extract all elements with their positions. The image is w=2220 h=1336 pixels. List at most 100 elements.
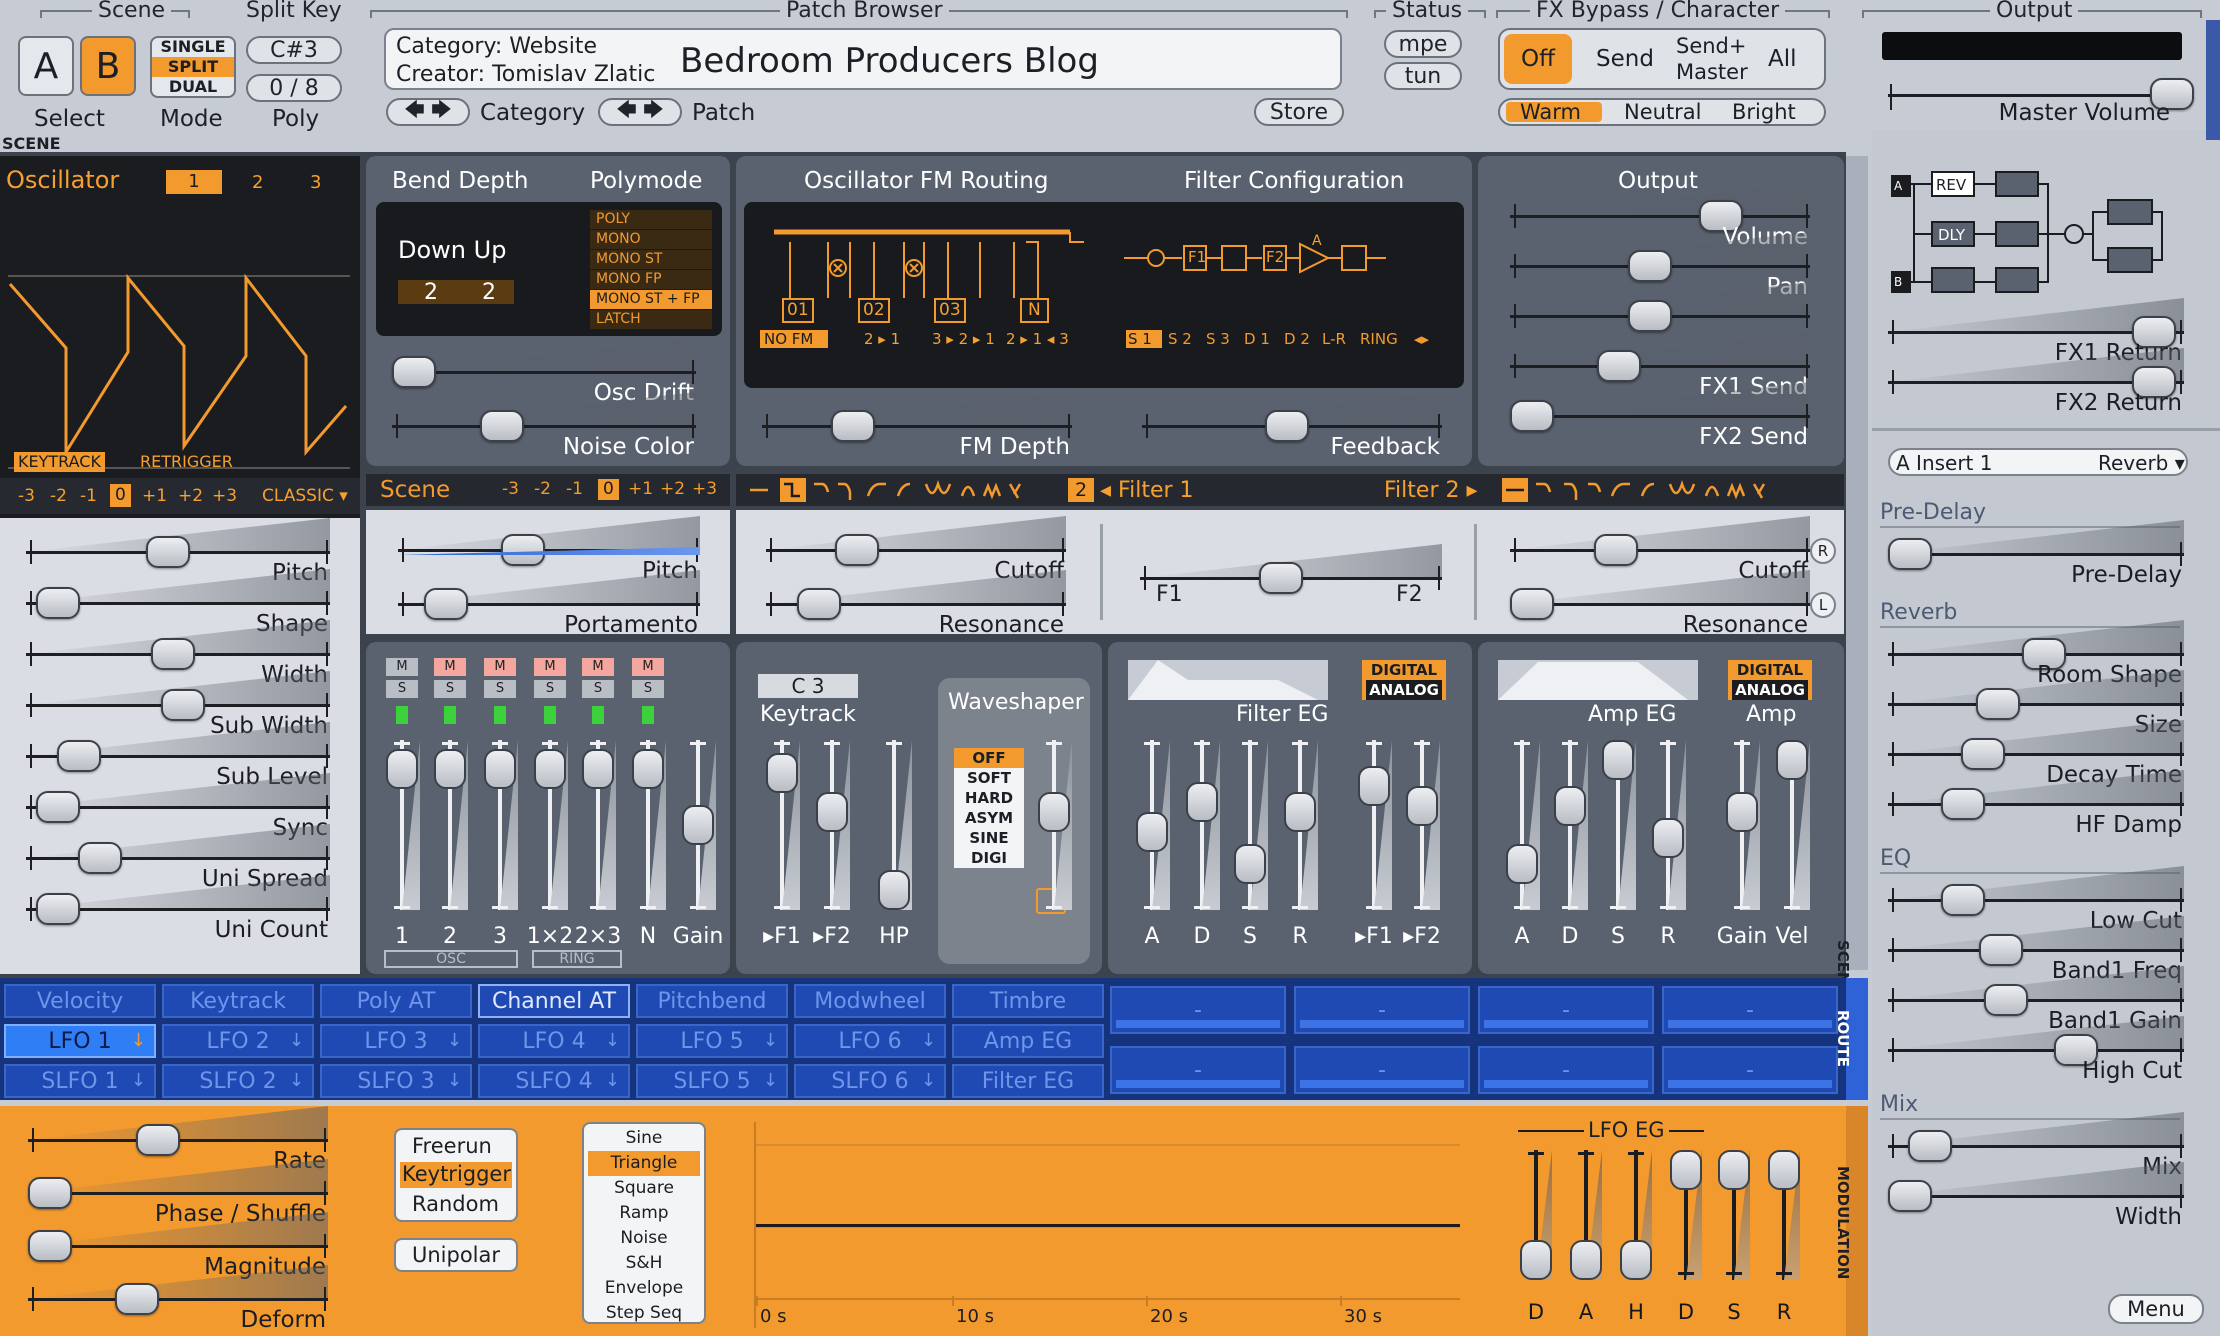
mixer-1-knob[interactable] [434, 749, 466, 790]
lfo-shape-4[interactable]: Noise [584, 1226, 704, 1251]
osc-oct-p1[interactable]: +1 [142, 488, 167, 505]
bend-up-value[interactable]: 2 [482, 282, 496, 304]
waveshaper-hard[interactable]: HARD [954, 788, 1024, 808]
filter-cfg-mode-3[interactable]: D 1 [1244, 332, 1270, 347]
mixer-solo-0[interactable]: S [386, 680, 418, 698]
waveshaper-soft[interactable]: SOFT [954, 768, 1024, 788]
store-button[interactable]: Store [1254, 98, 1344, 126]
route-row1-3[interactable]: Channel AT [478, 984, 630, 1018]
route-row3-5[interactable]: SLFO 6 ↓ [794, 1064, 946, 1098]
mixer-3-knob[interactable] [534, 749, 566, 790]
route-row3-4-arrow-icon[interactable]: ↓ [763, 1070, 778, 1091]
amp-eg-analog[interactable]: ANALOG [1732, 680, 1808, 700]
polymode-4[interactable]: MONO ST + FP [590, 290, 712, 309]
filter-eg-digital[interactable]: DIGITAL [1362, 660, 1446, 680]
fm-mode-21[interactable]: 2 ▸ 1 [864, 332, 900, 347]
polymode-list[interactable]: POLY MONO MONO ST MONO FP MONO ST + FP LATCH [590, 210, 712, 330]
scene-oct-5[interactable]: +2 [660, 481, 685, 498]
category-prev-icon[interactable]: 🡄 [404, 95, 425, 129]
amp-eg-4-knob[interactable] [1726, 792, 1758, 832]
route-row1-2[interactable]: Poly AT [320, 984, 472, 1018]
mixer-mute-0[interactable]: M [386, 658, 418, 676]
osc-oct-m2[interactable]: -2 [50, 488, 67, 505]
character-warm[interactable]: Warm [1520, 102, 1581, 123]
mixer-6-knob[interactable] [682, 805, 714, 845]
lfo-eg-1-knob[interactable] [1570, 1240, 1602, 1280]
route-row3-3[interactable]: SLFO 4 ↓ [478, 1064, 630, 1098]
route-row2-4-arrow-icon[interactable]: ↓ [763, 1030, 778, 1051]
filter2-r-badge[interactable]: R [1810, 538, 1836, 564]
osc-tab-3[interactable]: 3 [310, 174, 321, 192]
route-row3-3-arrow-icon[interactable]: ↓ [605, 1070, 620, 1091]
macro-0-0[interactable]: - [1110, 986, 1286, 1034]
filter2-l-badge[interactable]: L [1810, 592, 1836, 618]
polymode-2[interactable]: MONO ST [590, 250, 712, 269]
lfo-eg-2-knob[interactable] [1620, 1240, 1652, 1280]
osc-oct-p3[interactable]: +3 [212, 488, 237, 505]
split-key-value[interactable]: C#3 [246, 36, 342, 64]
osc-oct-p2[interactable]: +2 [178, 488, 203, 505]
patch-display[interactable]: Category: Website Creator: Tomislav Zlat… [384, 28, 1342, 90]
route-row2-5[interactable]: LFO 6 ↓ [794, 1024, 946, 1058]
category-prev-next[interactable]: 🡄 🡆 [386, 95, 470, 129]
mixer-mute-1[interactable]: M [434, 658, 466, 676]
filter-cfg-mode-1[interactable]: S 2 [1168, 332, 1192, 347]
amp-eg-digital[interactable]: DIGITAL [1728, 660, 1812, 680]
mpe-button[interactable]: mpe [1384, 30, 1462, 58]
macro-0-2[interactable]: - [1478, 986, 1654, 1034]
route-row1-1[interactable]: Keytrack [162, 984, 314, 1018]
keytrack-1-knob[interactable] [816, 792, 848, 832]
patch-next-icon[interactable]: 🡆 [643, 95, 664, 129]
mode-single[interactable]: SINGLE [160, 37, 225, 57]
scene-mode-selector[interactable]: SINGLE SPLIT DUAL [150, 36, 236, 98]
lfo-eg-4-knob[interactable] [1718, 1150, 1750, 1190]
lfo-shape-2[interactable]: Square [584, 1176, 704, 1201]
route-row2-5-arrow-icon[interactable]: ↓ [921, 1030, 936, 1051]
polymode-1[interactable]: MONO [590, 230, 712, 249]
keytrack-toggle[interactable]: KEYTRACK [14, 452, 105, 472]
fx-bypass-send[interactable]: Send [1596, 48, 1654, 71]
keytrack-0-knob[interactable] [766, 753, 798, 793]
lfo-shape-0[interactable]: Sine [584, 1126, 704, 1151]
macro-0-3[interactable]: - [1662, 986, 1838, 1034]
waveshaper-drive-knob[interactable] [1038, 792, 1070, 832]
filter-eg-0-knob[interactable] [1136, 811, 1168, 852]
polymode-0[interactable]: POLY [590, 210, 712, 229]
filter-cfg-mode-7[interactable]: ◂▸ [1414, 332, 1429, 347]
waveshaper-off[interactable]: OFF [954, 748, 1024, 768]
osc-oct-m1[interactable]: -1 [80, 488, 97, 505]
fm-mode-213[interactable]: 2 ▸ 1 ◂ 3 [1006, 332, 1069, 347]
menu-button[interactable]: Menu [2108, 1294, 2204, 1324]
route-row2-0[interactable]: LFO 1 ↓ [4, 1024, 156, 1058]
amp-eg-3-knob[interactable] [1652, 818, 1684, 858]
osc-classic-dropdown[interactable]: CLASSIC ▾ [262, 488, 348, 505]
macro-1-2[interactable]: - [1478, 1046, 1654, 1094]
route-row2-0-arrow-icon[interactable]: ↓ [131, 1030, 146, 1051]
trigger-freerun[interactable]: Freerun [412, 1136, 492, 1157]
fm-mode-321[interactable]: 3 ▸ 2 ▸ 1 [932, 332, 995, 347]
macro-1-3[interactable]: - [1662, 1046, 1838, 1094]
fx-insert-selector[interactable]: A Insert 1 Reverb ▾ [1888, 448, 2188, 476]
bend-down-value[interactable]: 2 [424, 282, 438, 304]
filter-eg-5-knob[interactable] [1406, 785, 1438, 826]
fx-bypass-off[interactable]: Off [1504, 34, 1572, 84]
osc-oct-m3[interactable]: -3 [18, 488, 35, 505]
fm-mode-nofm[interactable]: NO FM [764, 332, 813, 347]
route-row3-0-arrow-icon[interactable]: ↓ [131, 1070, 146, 1091]
filter-eg-4-knob[interactable] [1358, 766, 1390, 806]
mixer-solo-1[interactable]: S [434, 680, 466, 698]
route-row1-4[interactable]: Pitchbend [636, 984, 788, 1018]
keytrack-note[interactable]: C 3 [758, 674, 858, 698]
mixer-5-knob[interactable] [632, 749, 664, 790]
lfo-trigger-selector[interactable]: Freerun Keytrigger Random [394, 1128, 518, 1222]
amp-eg-0-knob[interactable] [1506, 844, 1538, 884]
mixer-solo-5[interactable]: S [632, 680, 664, 698]
category-next-icon[interactable]: 🡆 [431, 95, 452, 129]
waveshaper-sine[interactable]: SINE [954, 828, 1024, 848]
filter-cfg-mode-2[interactable]: S 3 [1206, 332, 1230, 347]
osc-tab-1[interactable]: 1 [166, 170, 222, 194]
filter-routing-number[interactable]: 2 [1068, 478, 1094, 502]
route-row2-4[interactable]: LFO 5 ↓ [636, 1024, 788, 1058]
lfo-shape-3[interactable]: Ramp [584, 1201, 704, 1226]
fx-insert-type[interactable]: Reverb ▾ [2098, 453, 2185, 473]
